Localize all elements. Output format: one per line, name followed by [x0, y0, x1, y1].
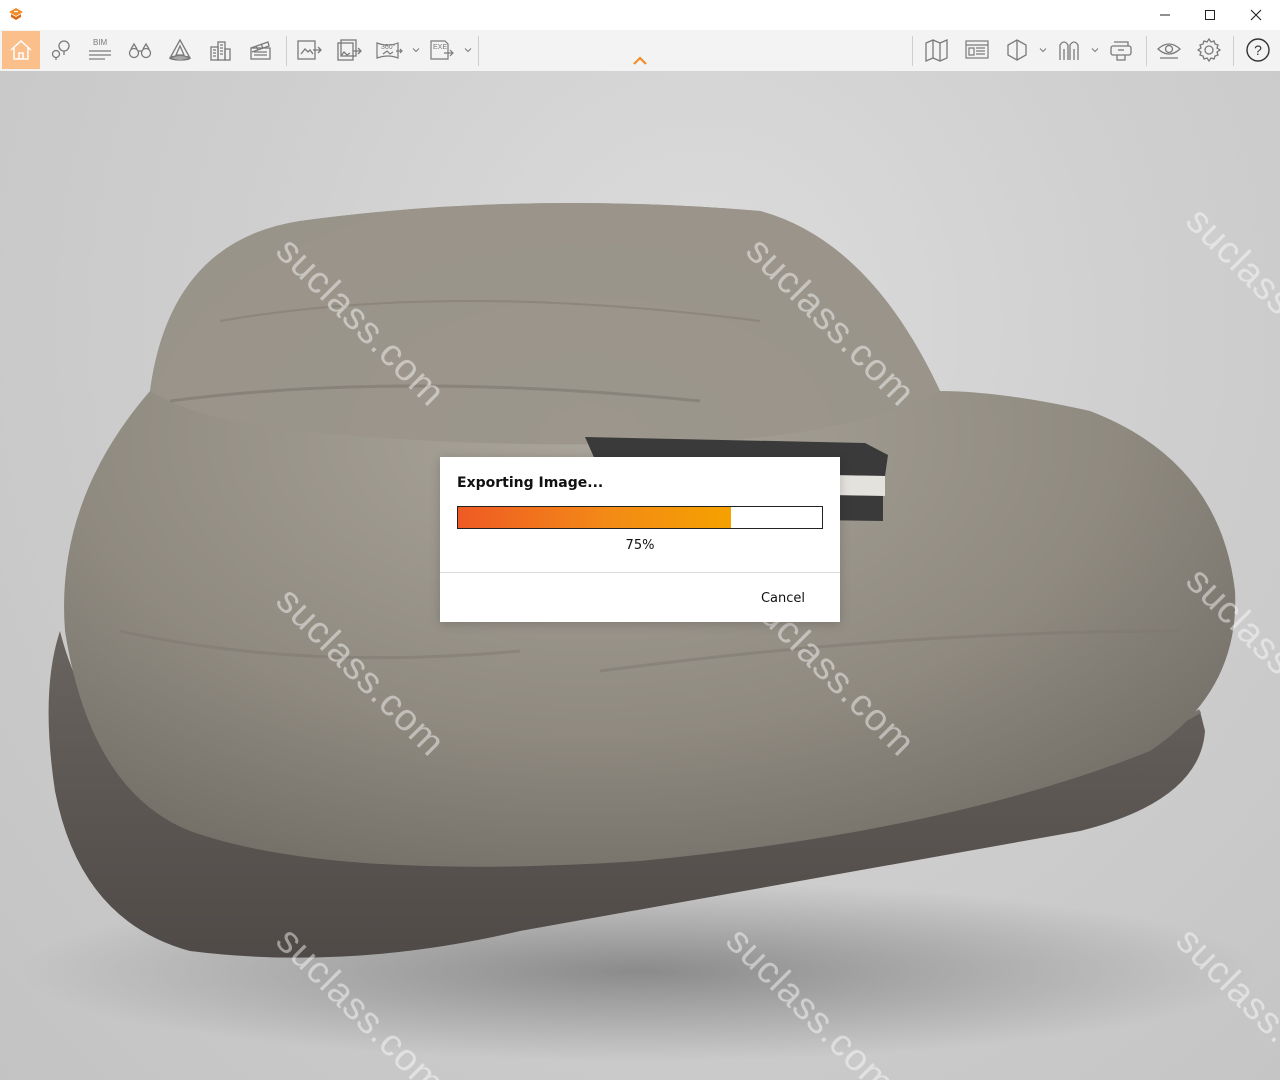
- progress-bar: [457, 506, 823, 529]
- progress-bar-fill: [458, 507, 731, 528]
- title-bar: [0, 0, 1280, 30]
- export-exe-button[interactable]: EXE: [423, 31, 461, 69]
- location-button[interactable]: [42, 31, 80, 69]
- close-button[interactable]: [1233, 0, 1279, 30]
- toolbar-divider: [1146, 36, 1147, 66]
- export-progress-dialog: Exporting Image... 75% Cancel: [440, 457, 840, 622]
- export-image-icon: [297, 40, 322, 60]
- cancel-button[interactable]: Cancel: [752, 588, 814, 610]
- export-image-button[interactable]: [290, 31, 328, 69]
- chevron-down-icon[interactable]: [1039, 46, 1047, 54]
- batch-export-button[interactable]: [330, 31, 368, 69]
- chevron-down-icon[interactable]: [464, 46, 472, 54]
- dialog-title: Exporting Image...: [457, 475, 604, 491]
- toolbar-divider: [912, 36, 913, 66]
- svg-text:BIM: BIM: [93, 38, 108, 47]
- help-icon: ?: [1246, 38, 1270, 62]
- clapperboard-icon: [250, 41, 271, 60]
- svg-text:360°: 360°: [381, 43, 396, 51]
- section-button[interactable]: [1050, 31, 1088, 69]
- bim-icon: BIM: [89, 38, 111, 60]
- export-exe-icon: EXE: [430, 40, 454, 60]
- minimize-button[interactable]: [1142, 0, 1188, 30]
- map-icon: [925, 39, 948, 62]
- enscape-logo-icon: [9, 8, 23, 20]
- asset-library-icon: [168, 38, 192, 61]
- collapse-toolbar-icon[interactable]: [632, 56, 648, 66]
- batch-export-icon: [337, 39, 362, 61]
- app-window: BIM 360° EXE ? suclass.com suclass.com s…: [0, 0, 1280, 1080]
- view-mode-icon: [1007, 39, 1027, 61]
- chevron-down-icon[interactable]: [1091, 46, 1099, 54]
- panorama-button[interactable]: 360°: [370, 31, 408, 69]
- maximize-button[interactable]: [1187, 0, 1233, 30]
- asset-library-button[interactable]: [161, 31, 199, 69]
- toolbar-divider: [286, 36, 287, 66]
- home-button[interactable]: [2, 31, 40, 69]
- toolbar-divider: [1233, 36, 1234, 66]
- panorama-360-icon: 360°: [376, 42, 403, 59]
- close-icon: [1250, 9, 1262, 21]
- svg-text:EXE: EXE: [433, 44, 447, 51]
- binoculars-button[interactable]: [121, 31, 159, 69]
- render-settings-button[interactable]: [958, 31, 996, 69]
- progress-percent-label: 75%: [625, 538, 655, 553]
- visibility-icon: [1157, 43, 1181, 59]
- render-settings-icon: [965, 40, 989, 59]
- view-mode-button[interactable]: [998, 31, 1036, 69]
- buildings-button[interactable]: [201, 31, 239, 69]
- map-button[interactable]: [918, 31, 956, 69]
- bim-button[interactable]: BIM: [81, 31, 119, 69]
- vr-button[interactable]: [1102, 31, 1140, 69]
- settings-gear-icon: [1196, 37, 1222, 63]
- section-icon: [1059, 41, 1079, 60]
- help-button[interactable]: ?: [1239, 31, 1277, 69]
- minimize-icon: [1160, 14, 1170, 16]
- toolbar-divider: [478, 36, 479, 66]
- buildings-icon: [210, 41, 231, 61]
- clapperboard-button[interactable]: [241, 31, 279, 69]
- dialog-divider: [440, 572, 840, 573]
- visibility-button[interactable]: [1150, 31, 1188, 69]
- vr-headset-icon: [1110, 41, 1132, 61]
- chevron-down-icon[interactable]: [412, 46, 420, 54]
- settings-button[interactable]: [1190, 31, 1228, 69]
- home-icon: [10, 39, 32, 60]
- maximize-icon: [1205, 10, 1215, 20]
- location-pin-icon: [51, 40, 70, 60]
- binoculars-icon: [128, 42, 152, 59]
- svg-text:?: ?: [1254, 42, 1262, 58]
